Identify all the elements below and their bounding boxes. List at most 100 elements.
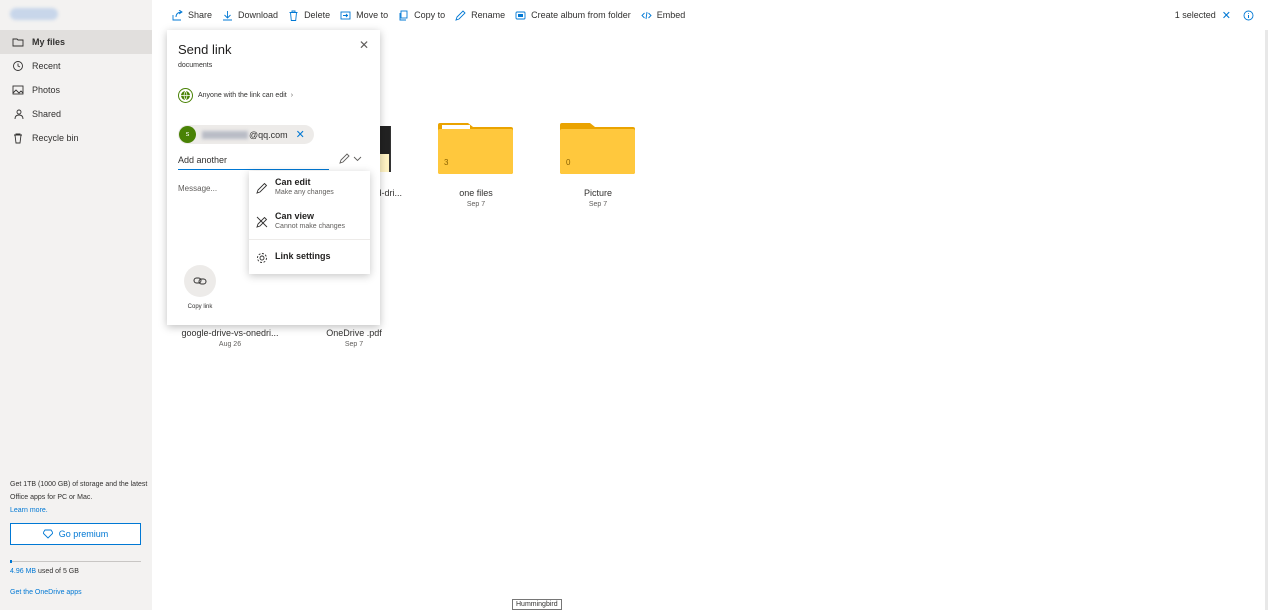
permission-dropdown[interactable]	[339, 153, 362, 164]
selection-info: 1 selected ✕	[1175, 0, 1254, 30]
info-icon[interactable]	[1243, 10, 1254, 21]
create-album-button[interactable]: Create album from folder	[515, 10, 631, 21]
trash-icon	[14, 133, 22, 144]
premium-promo: Get 1TB (1000 GB) of storage and the lat…	[10, 478, 148, 517]
download-button[interactable]: Download	[222, 10, 278, 21]
delete-label: Delete	[304, 10, 331, 20]
sidebar-item-recycle-bin[interactable]: Recycle bin	[0, 126, 152, 150]
nav-list: My files Recent Photos Shared Recycle bi…	[0, 30, 152, 150]
file-date: Sep 7	[588, 201, 608, 208]
sidebar-item-my-files[interactable]: My files	[0, 30, 152, 54]
embed-label: Embed	[656, 10, 686, 20]
recipient-chip[interactable]: s @qq.com ✕	[178, 125, 314, 144]
people-icon	[14, 109, 24, 120]
chevron-down-icon	[353, 156, 362, 162]
go-premium-label: Go premium	[58, 529, 109, 539]
storage-used-rest: used of 5 GB	[38, 568, 79, 575]
folder-icon	[12, 38, 24, 47]
clear-selection-icon[interactable]: ✕	[1222, 9, 1231, 22]
command-bar: Share Download Delete Move to Copy to Re…	[152, 0, 1268, 30]
sidebar-item-photos[interactable]: Photos	[0, 78, 152, 102]
file-date: Aug 26	[218, 341, 242, 348]
share-button[interactable]: Share	[172, 9, 213, 21]
pencil-icon	[455, 9, 466, 21]
storage-bar-fill	[10, 560, 12, 563]
diamond-icon	[42, 529, 53, 539]
copy-to-button[interactable]: Copy to	[398, 10, 445, 21]
link-permission-button[interactable]: Anyone with the link can edit ›	[178, 88, 293, 103]
folder-tile-one-files[interactable]: 3	[438, 121, 513, 174]
embed-button[interactable]: Embed	[641, 10, 686, 21]
gear-icon	[257, 253, 267, 263]
copy-link-button[interactable]	[184, 265, 216, 297]
menu-item-description: Cannot make changes	[275, 223, 346, 230]
remove-recipient-icon[interactable]: ✕	[296, 128, 305, 141]
sidebar-item-label: Recent	[32, 61, 61, 71]
promo-text: Get 1TB (1000 GB) of storage and the lat…	[10, 481, 148, 501]
selection-count: 1 selected	[1174, 10, 1216, 20]
download-icon	[223, 10, 233, 20]
chevron-right-icon: ›	[290, 92, 294, 99]
menu-divider	[249, 239, 370, 240]
get-apps-link[interactable]: Get the OneDrive apps	[10, 589, 82, 596]
message-input[interactable]: Message...	[178, 184, 217, 193]
sidebar-item-label: Shared	[32, 109, 62, 119]
permission-menu: Can edit Make any changes Can view Canno…	[249, 171, 370, 274]
storage-bar	[10, 561, 141, 562]
menu-item-can-view[interactable]: Can view Cannot make changes	[249, 211, 370, 230]
delete-button[interactable]: Delete	[288, 10, 330, 21]
tooltip: Hummingbird	[512, 599, 562, 610]
file-thumbnail[interactable]	[380, 126, 391, 172]
code-icon	[641, 11, 652, 19]
folder-icon	[560, 123, 635, 174]
file-date: Sep 7	[344, 341, 364, 348]
photo-icon	[12, 85, 24, 95]
menu-item-title: Link settings	[275, 251, 331, 261]
sidebar-item-recent[interactable]: Recent	[0, 54, 152, 78]
move-to-button[interactable]: Move to	[340, 10, 388, 21]
move-to-label: Move to	[356, 10, 389, 20]
file-name[interactable]: one files	[416, 188, 536, 198]
file-date: Sep 7	[466, 201, 486, 208]
copy-icon	[399, 10, 408, 20]
copy-link-label: Copy link	[187, 304, 213, 310]
folder-tile-picture[interactable]: 0	[560, 121, 635, 174]
sidebar-item-label: Recycle bin	[32, 133, 79, 143]
go-premium-button[interactable]: Go premium	[10, 523, 141, 545]
copy-to-label: Copy to	[414, 10, 446, 20]
globe-icon	[178, 88, 193, 103]
dialog-title: Send link	[178, 42, 232, 57]
pencil-icon	[339, 153, 350, 164]
file-name[interactable]: Picture	[538, 188, 658, 198]
menu-item-link-settings[interactable]: Link settings	[249, 248, 370, 264]
storage-usage[interactable]: 4.96 MB used of 5 GB	[10, 568, 79, 575]
account-name-blurred[interactable]	[10, 8, 58, 20]
folder-icon	[438, 123, 513, 174]
link-icon	[193, 277, 207, 285]
folder-item-count: 3	[444, 158, 449, 167]
clock-icon	[13, 61, 23, 71]
learn-more-link[interactable]: Learn more.	[10, 504, 148, 517]
menu-item-can-edit[interactable]: Can edit Make any changes	[249, 177, 370, 196]
recipient-email-blurred	[202, 130, 248, 139]
file-name[interactable]: google-drive-vs-onedri...	[170, 328, 290, 338]
pencil-icon	[256, 182, 268, 194]
recipient-email: @qq.com	[249, 129, 288, 140]
add-recipient-input[interactable]: Add another	[178, 153, 329, 170]
trash-icon	[289, 10, 298, 21]
create-album-label: Create album from folder	[531, 10, 631, 20]
sidebar: My files Recent Photos Shared Recycle bi…	[0, 0, 152, 610]
avatar: s	[179, 126, 196, 143]
sidebar-item-shared[interactable]: Shared	[0, 102, 152, 126]
close-icon[interactable]: ✕	[359, 38, 369, 52]
download-label: Download	[238, 10, 279, 20]
file-name[interactable]: OneDrive .pdf	[294, 328, 414, 338]
share-icon	[172, 9, 183, 20]
menu-item-title: Can view	[275, 211, 315, 221]
rename-button[interactable]: Rename	[455, 9, 506, 21]
move-icon	[340, 11, 351, 19]
sidebar-item-label: My files	[32, 37, 66, 47]
rename-label: Rename	[471, 10, 506, 20]
share-label: Share	[188, 10, 213, 20]
album-icon	[515, 11, 526, 19]
